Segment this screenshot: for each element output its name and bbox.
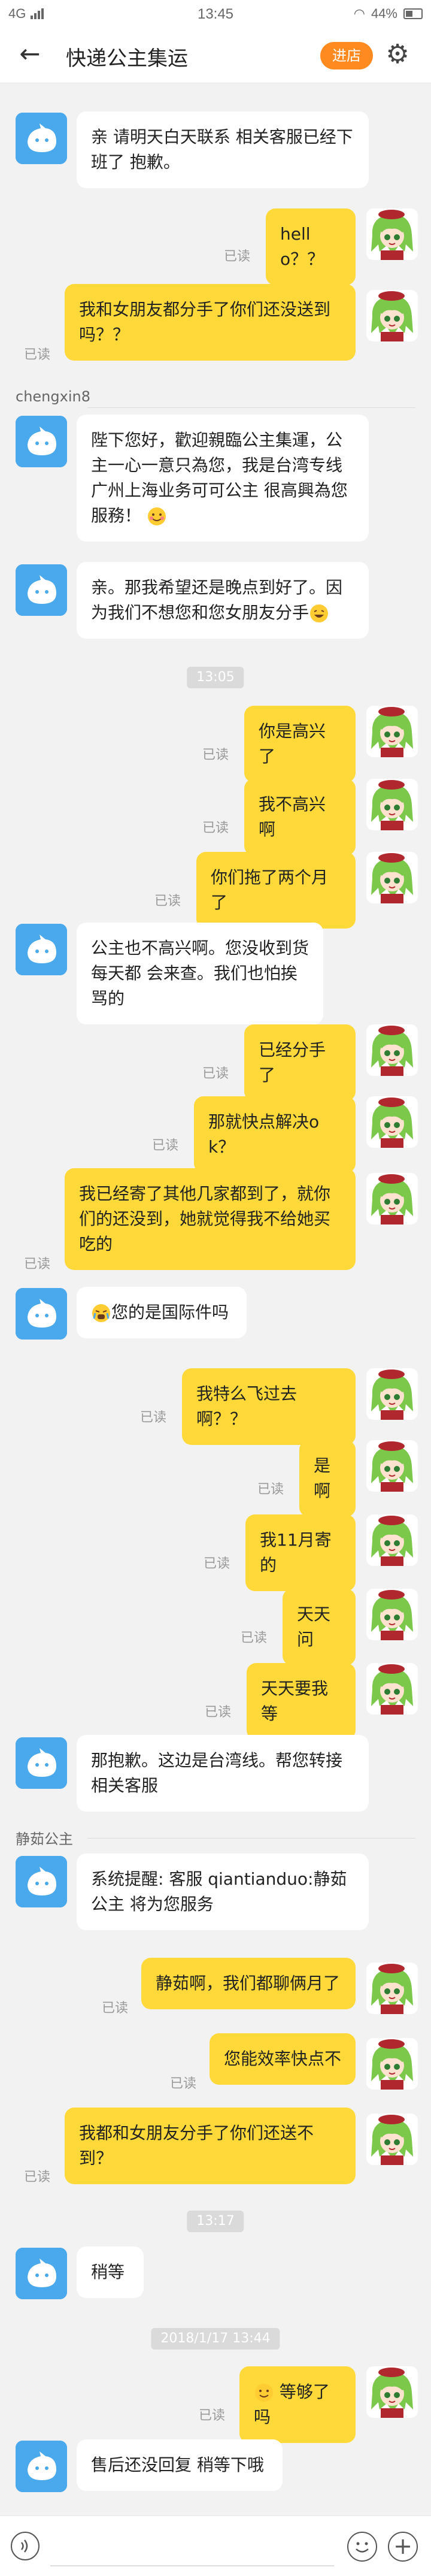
read-receipt: 已读 bbox=[24, 347, 51, 362]
sender-name: 静茹公主 bbox=[16, 1831, 73, 1848]
wifi-icon: ◠ bbox=[353, 6, 365, 21]
user-message: 我已经寄了其他几家都到了，就你们的还没到，她就觉得我不给她买吃的 bbox=[65, 1168, 356, 1270]
status-right: ◠ 44% bbox=[354, 6, 423, 22]
bot-avatar[interactable] bbox=[16, 1737, 67, 1789]
user-message: 您能效率快点不 bbox=[210, 2033, 356, 2085]
user-message: 是啊 bbox=[299, 1440, 356, 1517]
user-avatar[interactable] bbox=[366, 1173, 418, 1224]
bot-message: 售后还没回复 稍等下哦 bbox=[77, 2439, 283, 2491]
bot-message: 亲 请明天白天联系 相关客服已经下班了 抱歉。 bbox=[77, 111, 369, 188]
user-avatar[interactable] bbox=[366, 1514, 418, 1566]
read-receipt: 已读 bbox=[241, 1631, 268, 1646]
read-receipt: 已读 bbox=[24, 1257, 51, 1272]
user-message: 我特么飞过去啊？？ bbox=[182, 1368, 356, 1445]
read-receipt: 已读 bbox=[204, 1556, 230, 1571]
laugh-emoji-icon bbox=[309, 603, 329, 624]
user-message: 等够了吗 bbox=[239, 2366, 356, 2443]
sender-name: chengxin8 bbox=[16, 388, 90, 405]
user-message: 我都和女朋友分手了你们还送不到？ bbox=[65, 2108, 356, 2184]
bot-avatar[interactable] bbox=[16, 2248, 67, 2299]
user-message: 已经分手了 bbox=[244, 1024, 356, 1101]
store-button[interactable]: 进店 bbox=[320, 42, 373, 69]
bot-message: 陛下您好，歡迎親臨公主集運，公主一心一意只為您，我是台湾专线广州上海业务可可公主… bbox=[77, 415, 369, 542]
user-avatar[interactable] bbox=[366, 1440, 418, 1492]
timestamp: 13:05 bbox=[187, 667, 244, 688]
status-bar: 4G 13:45 ◠ 44% bbox=[0, 0, 431, 28]
page-title: 快递公主集运 bbox=[66, 47, 188, 71]
user-avatar[interactable] bbox=[366, 208, 418, 260]
user-avatar[interactable] bbox=[366, 290, 418, 341]
timestamp: 2018/1/17 13:44 bbox=[151, 2328, 280, 2350]
bot-avatar[interactable] bbox=[16, 564, 67, 616]
bot-message: 您的是国际件吗 bbox=[77, 1287, 247, 1338]
user-avatar[interactable] bbox=[366, 706, 418, 757]
cry-emoji-icon bbox=[91, 1303, 111, 1323]
message-input[interactable] bbox=[50, 2528, 334, 2566]
user-avatar[interactable] bbox=[366, 1024, 418, 1076]
divider bbox=[87, 1838, 415, 1839]
message-text: 亲。那我希望还是晚点到好了。因为我们不想您和您女朋友分手 bbox=[91, 578, 343, 622]
bot-message: 公主也不高兴啊。您没收到货每天都 会来查。我们也怕挨骂的 bbox=[77, 923, 323, 1024]
user-message: 静茹啊，我们都聊俩月了 bbox=[141, 1958, 356, 2009]
read-receipt: 已读 bbox=[224, 249, 251, 264]
user-avatar[interactable] bbox=[366, 1368, 418, 1420]
user-message: 你是高兴了 bbox=[244, 706, 356, 782]
timestamp: 13:17 bbox=[187, 2211, 244, 2232]
user-avatar[interactable] bbox=[366, 779, 418, 830]
bot-message: 系统提醒: 客服 qiantianduo:静茹公主 将为您服务 bbox=[77, 1854, 369, 1930]
read-receipt: 已读 bbox=[140, 1410, 167, 1425]
user-message: 天天要我等 bbox=[247, 1663, 356, 1740]
user-message: 我11月寄的 bbox=[245, 1514, 356, 1591]
bot-message: 亲。那我希望还是晚点到好了。因为我们不想您和您女朋友分手 bbox=[77, 562, 369, 639]
battery-icon bbox=[403, 8, 423, 19]
user-message: 天天问 bbox=[283, 1589, 356, 1665]
bot-message: 那抱歉。这边是台湾线。帮您转接相关客服 bbox=[77, 1735, 369, 1812]
bot-avatar[interactable] bbox=[16, 2441, 67, 2492]
back-arrow-icon[interactable]: ← bbox=[16, 41, 44, 69]
read-receipt: 已读 bbox=[154, 894, 181, 909]
bot-avatar[interactable] bbox=[16, 113, 67, 164]
read-receipt: 已读 bbox=[202, 748, 229, 763]
read-receipt: 已读 bbox=[199, 2408, 226, 2423]
read-receipt: 已读 bbox=[102, 2001, 129, 2016]
user-avatar[interactable] bbox=[366, 1963, 418, 2014]
read-receipt: 已读 bbox=[152, 1138, 179, 1153]
user-message: 我和女朋友都分手了你们还没送到吗？？ bbox=[65, 284, 356, 361]
user-message: 我不高兴啊 bbox=[244, 779, 356, 855]
user-message: hello？？ bbox=[266, 208, 356, 285]
read-receipt: 已读 bbox=[24, 2170, 51, 2185]
bot-avatar[interactable] bbox=[16, 416, 67, 467]
divider bbox=[87, 407, 415, 408]
user-message: 你们拖了两个月了 bbox=[196, 852, 356, 929]
bot-avatar[interactable] bbox=[16, 1856, 67, 1907]
read-receipt: 已读 bbox=[257, 1482, 284, 1497]
user-avatar[interactable] bbox=[366, 1589, 418, 1640]
message-text: 您的是国际件吗 bbox=[111, 1302, 229, 1322]
bot-avatar[interactable] bbox=[16, 924, 67, 975]
header: ← 快递公主集运 进店 ⚙ bbox=[0, 28, 431, 83]
read-receipt: 已读 bbox=[202, 821, 229, 836]
battery-percent: 44% bbox=[371, 6, 397, 21]
blush-emoji-icon bbox=[147, 506, 167, 527]
message-text: 陛下您好，歡迎親臨公主集運，公主一心一意只為您，我是台湾专线广州上海业务可可公主… bbox=[91, 430, 348, 525]
user-avatar[interactable] bbox=[366, 2038, 418, 2090]
read-receipt: 已读 bbox=[205, 1705, 232, 1720]
emoji-icon[interactable] bbox=[347, 2532, 377, 2562]
user-avatar[interactable] bbox=[366, 1663, 418, 1715]
user-avatar[interactable] bbox=[366, 852, 418, 903]
user-avatar[interactable] bbox=[366, 2366, 418, 2418]
chat-area[interactable]: 亲 请明天白天联系 相关客服已经下班了 抱歉。 hello？？ 已读 我和女朋友… bbox=[0, 83, 431, 2515]
bot-avatar[interactable] bbox=[16, 1288, 67, 1340]
input-bar: + bbox=[0, 2515, 431, 2576]
user-avatar[interactable] bbox=[366, 2114, 418, 2165]
plus-icon[interactable]: + bbox=[388, 2532, 418, 2562]
bot-message: 稍等 bbox=[77, 2247, 144, 2298]
user-avatar[interactable] bbox=[366, 1096, 418, 1148]
user-message: 那就快点解决ok？ bbox=[194, 1096, 356, 1173]
gear-icon[interactable]: ⚙ bbox=[383, 41, 412, 69]
read-receipt: 已读 bbox=[170, 2076, 197, 2091]
smile-emoji-icon bbox=[254, 2383, 274, 2403]
read-receipt: 已读 bbox=[202, 1066, 229, 1081]
voice-icon[interactable] bbox=[11, 2532, 40, 2560]
